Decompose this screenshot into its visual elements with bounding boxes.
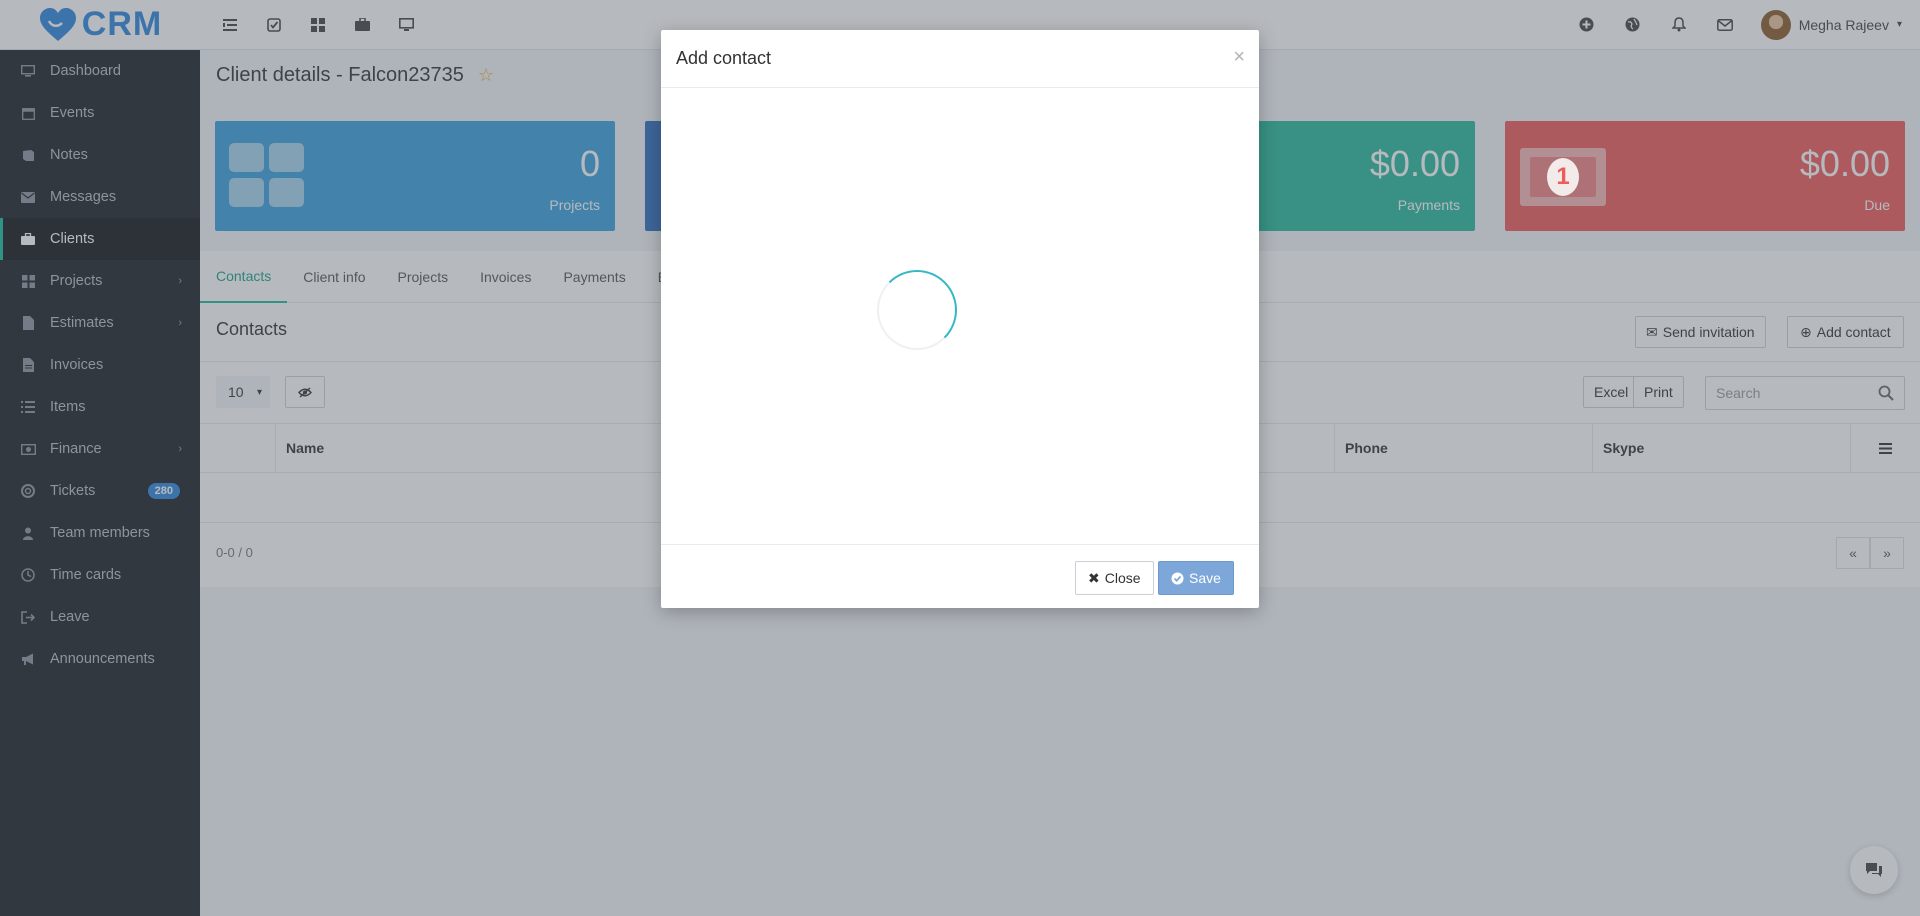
loading-spinner — [877, 270, 957, 350]
add-contact-modal: Add contact × ✖ Close Save — [661, 30, 1259, 608]
check-circle-icon — [1171, 572, 1184, 584]
close-icon[interactable]: × — [1233, 46, 1245, 69]
save-label: Save — [1189, 570, 1221, 586]
modal-header: Add contact — [661, 30, 1259, 88]
save-button[interactable]: Save — [1158, 561, 1234, 595]
times-icon: ✖ — [1088, 569, 1100, 586]
modal-footer: ✖ Close Save — [661, 544, 1259, 608]
modal-title: Add contact — [676, 48, 772, 68]
close-label: Close — [1104, 570, 1141, 586]
close-button[interactable]: ✖ Close — [1075, 561, 1154, 595]
